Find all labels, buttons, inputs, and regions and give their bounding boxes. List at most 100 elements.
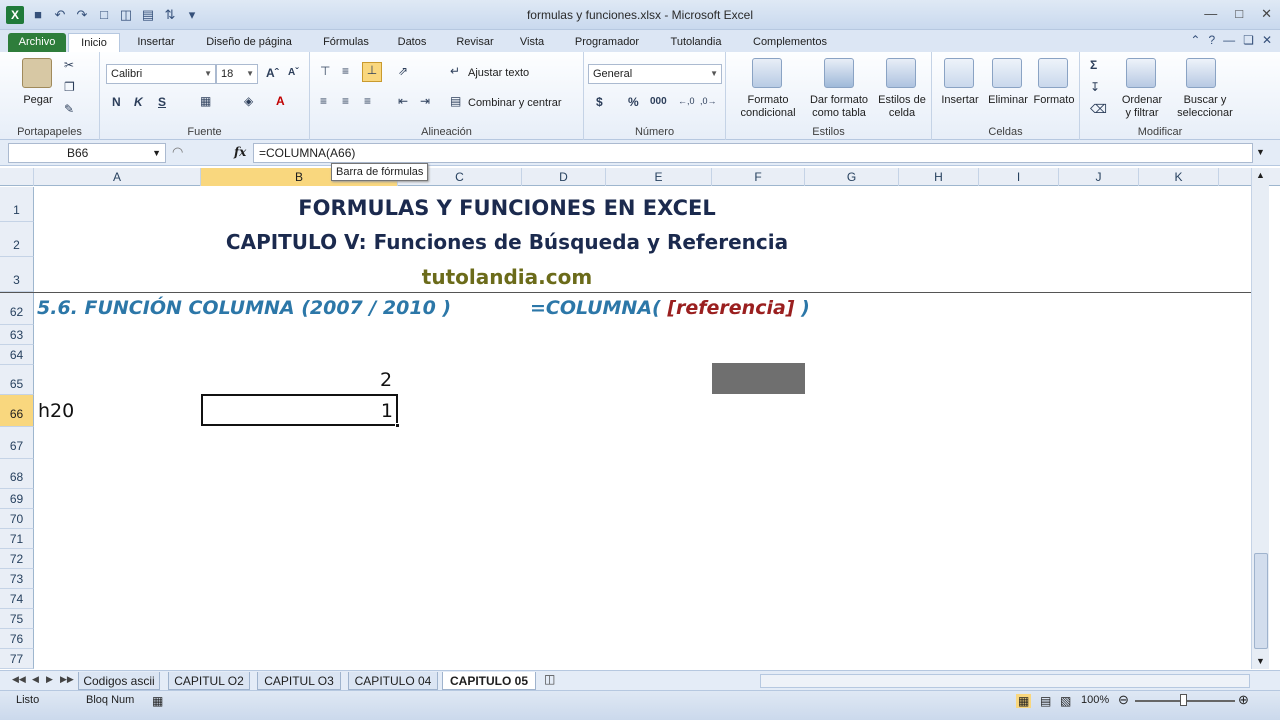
align-left-icon[interactable]: ≡ — [320, 94, 327, 108]
tab-archivo[interactable]: Archivo — [8, 33, 66, 52]
paste-button[interactable]: Pegar — [14, 94, 62, 107]
zoom-in-icon[interactable]: ⊕ — [1238, 692, 1249, 708]
decrease-indent-icon[interactable]: ⇤ — [398, 94, 408, 108]
font-color-icon[interactable]: A — [276, 94, 285, 108]
sheet-tab[interactable]: CAPITUL O2 — [168, 672, 250, 690]
tab-revisar[interactable]: Revisar — [450, 33, 500, 52]
row-header[interactable]: 76 — [0, 629, 34, 649]
page-break-icon[interactable]: ▧ — [1060, 694, 1071, 708]
active-cell-b66[interactable]: 1 — [201, 394, 400, 428]
wrap-text-button[interactable]: Ajustar texto — [468, 67, 529, 80]
underline-button[interactable]: S — [158, 95, 166, 109]
row-header[interactable]: 67 — [0, 427, 34, 459]
cell-styles-icon[interactable] — [886, 58, 916, 88]
insert-cells-button[interactable]: Insertar — [934, 94, 986, 107]
maximize-icon[interactable]: □ — [1235, 6, 1243, 22]
sort-filter-icon[interactable] — [1126, 58, 1156, 88]
sheet-tab-active[interactable]: CAPITULO 05 — [442, 672, 536, 690]
insert-function-icon[interactable]: fx — [234, 145, 246, 159]
insert-sheet-icon[interactable]: ◫ — [544, 672, 555, 686]
zoom-out-icon[interactable]: ⊖ — [1118, 692, 1129, 708]
align-right-icon[interactable]: ≡ — [364, 94, 371, 108]
insert-cells-icon[interactable] — [944, 58, 974, 88]
tab-datos[interactable]: Datos — [390, 33, 434, 52]
column-header-h[interactable]: H — [899, 168, 979, 186]
select-all-corner[interactable] — [0, 168, 34, 186]
row-header[interactable]: 65 — [0, 365, 34, 395]
formula-cancel-icon[interactable]: ◠ — [172, 144, 183, 160]
tab-complementos[interactable]: Complementos — [746, 33, 834, 52]
wrap-text-icon[interactable]: ↵ — [450, 64, 460, 78]
cell-b65[interactable]: 2 — [380, 369, 392, 391]
horizontal-scrollbar[interactable] — [760, 674, 1250, 688]
bold-button[interactable]: N — [112, 95, 121, 109]
minimize-icon[interactable]: — — [1204, 6, 1217, 22]
column-header-i[interactable]: I — [979, 168, 1059, 186]
merge-center-icon[interactable]: ▤ — [450, 94, 461, 108]
paste-icon[interactable] — [22, 58, 52, 88]
row-header[interactable]: 3 — [0, 257, 34, 292]
format-cells-icon[interactable] — [1038, 58, 1068, 88]
row-header[interactable]: 75 — [0, 609, 34, 629]
workbook-restore-icon[interactable]: ❏ — [1243, 33, 1254, 47]
tab-programador[interactable]: Programador — [568, 33, 646, 52]
vertical-scrollbar[interactable]: ▲ ▼ — [1251, 168, 1269, 669]
column-header-a[interactable]: A — [34, 168, 201, 186]
find-select-button[interactable]: Buscar y seleccionar — [1172, 94, 1238, 120]
decrease-decimal-icon[interactable]: ,0→ — [700, 96, 717, 106]
workbook-minimize-icon[interactable]: — — [1223, 33, 1235, 47]
column-header-g[interactable]: G — [805, 168, 899, 186]
increase-decimal-icon[interactable]: ←,0 — [678, 96, 695, 106]
zoom-level[interactable]: 100% — [1081, 694, 1109, 706]
sheet-tab[interactable]: Codigos ascii — [78, 672, 160, 690]
row-header[interactable]: 74 — [0, 589, 34, 609]
delete-cells-icon[interactable] — [992, 58, 1022, 88]
fill-color-icon[interactable]: ◈ — [244, 94, 253, 108]
formula-input[interactable]: =COLUMNA(A66) — [253, 143, 1253, 163]
expand-formula-icon[interactable]: ▼ — [1256, 147, 1265, 157]
sort-filter-button[interactable]: Ordenar y filtrar — [1114, 94, 1170, 120]
thousands-icon[interactable]: 000 — [650, 96, 667, 107]
name-box[interactable]: B66 ▼ — [8, 143, 166, 163]
grow-font-icon[interactable]: Aˆ — [266, 66, 279, 80]
row-header-selected[interactable]: 66 — [0, 395, 34, 427]
number-format-select[interactable]: General ▼ — [588, 64, 722, 84]
align-middle-icon[interactable]: ≡ — [342, 64, 349, 78]
conditional-format-button[interactable]: Formato condicional — [730, 94, 806, 120]
row-header[interactable]: 62 — [0, 293, 34, 325]
format-as-table-icon[interactable] — [824, 58, 854, 88]
cell-a66[interactable]: h20 — [38, 400, 74, 422]
fill-icon[interactable]: ↧ — [1090, 80, 1100, 94]
format-as-table-button[interactable]: Dar formato como tabla — [804, 94, 874, 120]
cell-styles-button[interactable]: Estilos de celda — [874, 94, 930, 120]
tab-formulas[interactable]: Fórmulas — [318, 33, 374, 52]
format-cells-button[interactable]: Formato — [1028, 94, 1080, 107]
increase-indent-icon[interactable]: ⇥ — [420, 94, 430, 108]
next-sheet-icon[interactable]: ▶ — [46, 674, 53, 685]
tab-vista[interactable]: Vista — [514, 33, 550, 52]
workbook-close-icon[interactable]: ✕ — [1262, 33, 1272, 47]
row-header[interactable]: 77 — [0, 649, 34, 669]
cut-icon[interactable]: ✂ — [64, 58, 74, 72]
scroll-down-icon[interactable]: ▼ — [1256, 656, 1265, 666]
font-size-select[interactable]: 18 ▼ — [216, 64, 258, 84]
row-header[interactable]: 64 — [0, 345, 34, 365]
row-header[interactable]: 71 — [0, 529, 34, 549]
borders-icon[interactable]: ▦ — [200, 94, 211, 108]
sheet-tab[interactable]: CAPITULO 04 — [348, 672, 438, 690]
row-header[interactable]: 69 — [0, 489, 34, 509]
close-icon[interactable]: ✕ — [1261, 6, 1272, 22]
prev-sheet-icon[interactable]: ◀ — [32, 674, 39, 685]
help-icon[interactable]: ? — [1208, 33, 1215, 47]
row-header[interactable]: 1 — [0, 187, 34, 222]
align-top-icon[interactable]: ⊤ — [320, 64, 330, 78]
clear-icon[interactable]: ⌫ — [1090, 102, 1107, 116]
tab-tutolandia[interactable]: Tutolandia — [662, 33, 730, 52]
align-center-icon[interactable]: ≡ — [342, 94, 349, 108]
orientation-icon[interactable]: ⇗ — [398, 64, 408, 78]
merge-center-button[interactable]: Combinar y centrar — [468, 97, 562, 110]
row-header[interactable]: 63 — [0, 325, 34, 345]
row-header[interactable]: 70 — [0, 509, 34, 529]
column-header-d[interactable]: D — [522, 168, 606, 186]
normal-view-icon[interactable]: ▦ — [1016, 694, 1032, 708]
